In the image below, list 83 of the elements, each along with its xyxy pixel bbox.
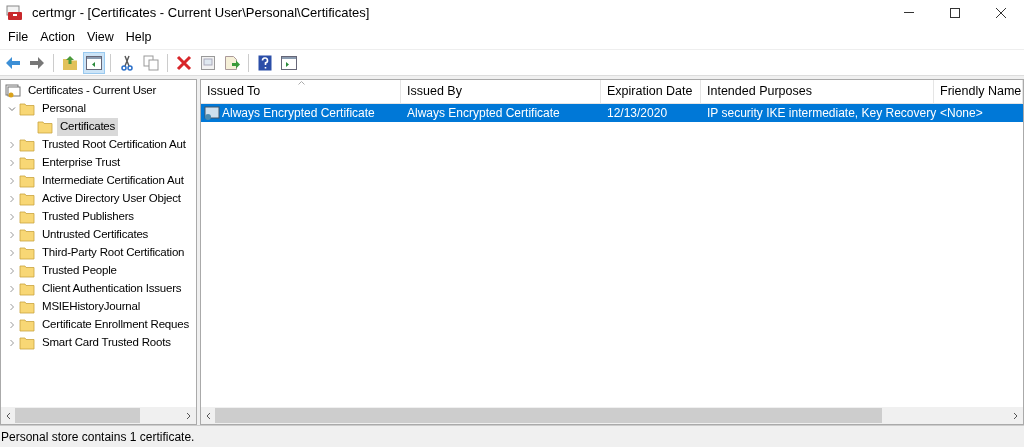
menu-item[interactable]: File bbox=[2, 28, 35, 47]
folder-up-icon bbox=[62, 54, 78, 71]
chevron-right-icon[interactable] bbox=[8, 321, 16, 329]
status-text: Personal store contains 1 certificate. bbox=[0, 428, 195, 446]
tree-item[interactable]: Certificate Enrollment Reques bbox=[39, 316, 192, 334]
column-header[interactable]: Friendly Name bbox=[934, 80, 1023, 103]
folder-icon bbox=[19, 228, 35, 242]
folder-icon bbox=[37, 120, 53, 134]
scrollbar-thumb[interactable] bbox=[215, 408, 882, 423]
chevron-right-icon[interactable] bbox=[8, 231, 16, 239]
folder-icon bbox=[19, 336, 35, 350]
folder-icon bbox=[19, 192, 35, 206]
forward-arrow-icon bbox=[29, 55, 45, 70]
tree-item[interactable]: Certificates bbox=[57, 118, 119, 136]
app-icon bbox=[6, 4, 24, 21]
tree-item[interactable]: Trusted Publishers bbox=[39, 208, 137, 226]
table-cell-text: Always Encrypted Certificate bbox=[222, 105, 375, 122]
tree-item[interactable]: Intermediate Certification Aut bbox=[39, 172, 187, 190]
scroll-left-icon[interactable] bbox=[5, 411, 11, 420]
table-cell-text: Always Encrypted Certificate bbox=[407, 105, 560, 122]
scissors-icon bbox=[120, 54, 134, 71]
tree-item[interactable]: MSIEHistoryJournal bbox=[39, 298, 143, 316]
chevron-right-icon[interactable] bbox=[8, 213, 16, 221]
tree-item[interactable]: Active Directory User Object bbox=[39, 190, 184, 208]
menu-item[interactable]: Action bbox=[34, 28, 81, 47]
back-arrow-icon bbox=[5, 55, 21, 70]
properties-icon bbox=[200, 54, 216, 71]
delete-icon bbox=[176, 54, 192, 71]
scroll-right-icon[interactable] bbox=[1013, 411, 1019, 420]
chevron-right-icon[interactable] bbox=[8, 267, 16, 275]
folder-icon bbox=[19, 210, 35, 224]
folder-icon bbox=[19, 102, 35, 116]
column-header[interactable]: Expiration Date bbox=[601, 80, 701, 103]
tree-item[interactable]: Certificates - Current User bbox=[25, 82, 160, 100]
copy-icon bbox=[143, 54, 159, 71]
chevron-right-icon[interactable] bbox=[8, 339, 16, 347]
folder-icon bbox=[19, 318, 35, 332]
tree-pane-icon bbox=[86, 55, 102, 70]
tree-item[interactable]: Trusted People bbox=[39, 262, 120, 280]
table-cell-text: 12/13/2020 bbox=[607, 105, 668, 122]
close-icon bbox=[996, 7, 1006, 18]
menu-item[interactable]: Help bbox=[119, 28, 158, 47]
tree-item[interactable]: Client Authentication Issuers bbox=[39, 280, 185, 298]
scroll-left-icon[interactable] bbox=[205, 411, 211, 420]
tree-item[interactable]: Third-Party Root Certification bbox=[39, 244, 188, 262]
folder-icon bbox=[19, 156, 35, 170]
chevron-right-icon[interactable] bbox=[8, 249, 16, 257]
tree-item[interactable]: Enterprise Trust bbox=[39, 154, 123, 172]
maximize-icon bbox=[950, 7, 960, 18]
menu-item[interactable]: View bbox=[80, 28, 120, 47]
chevron-right-icon[interactable] bbox=[8, 177, 16, 185]
chevron-right-icon[interactable] bbox=[8, 141, 16, 149]
tree-item[interactable]: Trusted Root Certification Aut bbox=[39, 136, 189, 154]
table-cell-text: <None> bbox=[940, 105, 983, 122]
chevron-right-icon[interactable] bbox=[8, 303, 16, 311]
folder-icon bbox=[19, 174, 35, 188]
column-header[interactable]: Issued To bbox=[201, 80, 401, 103]
certificate-store-icon bbox=[5, 83, 21, 99]
folder-icon bbox=[19, 264, 35, 278]
export-icon bbox=[224, 54, 240, 71]
folder-icon bbox=[19, 138, 35, 152]
chevron-down-icon[interactable] bbox=[8, 105, 16, 113]
tree-item[interactable]: Smart Card Trusted Roots bbox=[39, 334, 174, 352]
certificate-icon bbox=[204, 105, 220, 121]
table-row[interactable]: Always Encrypted Certificate Always Encrypted Certificate 12/13/2020 IP security IKE intermediate, Key Recovery <None> bbox=[201, 104, 1023, 122]
chevron-right-icon[interactable] bbox=[8, 195, 16, 203]
tree-item[interactable]: Personal bbox=[39, 100, 89, 118]
scroll-right-icon[interactable] bbox=[186, 411, 192, 420]
minimize-icon bbox=[904, 12, 914, 13]
help-book-icon bbox=[258, 54, 272, 71]
tree-item[interactable]: Untrusted Certificates bbox=[39, 226, 152, 244]
action-pane-icon bbox=[281, 55, 297, 70]
folder-icon bbox=[19, 282, 35, 296]
chevron-right-icon[interactable] bbox=[8, 159, 16, 167]
folder-icon bbox=[19, 300, 35, 314]
column-header[interactable]: Issued By bbox=[401, 80, 601, 103]
table-cell-text: IP security IKE intermediate, Key Recovery bbox=[707, 105, 937, 122]
scrollbar-thumb[interactable] bbox=[15, 408, 141, 423]
column-header[interactable]: Intended Purposes bbox=[701, 80, 934, 103]
toolbar-button[interactable] bbox=[83, 51, 105, 74]
window-title: certmgr - [Certificates - Current User\Personal\Certificates] bbox=[32, 3, 370, 22]
chevron-right-icon[interactable] bbox=[8, 285, 16, 293]
folder-icon bbox=[19, 246, 35, 260]
